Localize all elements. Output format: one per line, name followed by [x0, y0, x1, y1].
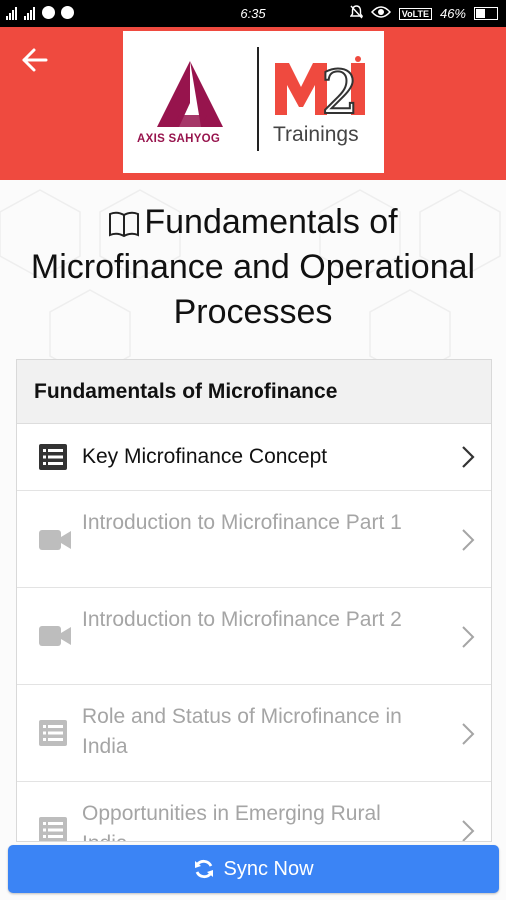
lesson-item[interactable]: Opportunities in Emerging Rural India	[17, 782, 491, 841]
list-icon	[39, 720, 67, 746]
chevron-right-icon	[462, 820, 475, 841]
list-icon	[39, 817, 67, 841]
sync-now-label: Sync Now	[223, 857, 314, 880]
volte-badge: VoLTE	[398, 7, 432, 20]
chevron-right-icon	[462, 446, 475, 468]
status-right-icons: VoLTE 46%	[349, 5, 498, 22]
lesson-item[interactable]: Key Microfinance Concept	[17, 424, 491, 491]
alarm-off-icon	[349, 5, 364, 22]
lesson-item[interactable]: Introduction to Microfinance Part 1	[17, 491, 491, 588]
axis-logo-text: AXIS SAHYOG	[137, 133, 221, 145]
module-card: Fundamentals of Microfinance Key Microfi…	[16, 359, 492, 842]
lesson-label: Introduction to Microfinance Part 2	[82, 608, 402, 631]
eye-icon	[370, 6, 391, 21]
lesson-label: Introduction to Microfinance Part 1	[82, 511, 402, 534]
module-title: Fundamentals of Microfinance	[17, 360, 491, 424]
chevron-right-icon	[462, 529, 475, 551]
chevron-right-icon	[462, 626, 475, 648]
lesson-item[interactable]: Role and Status of Microfinance in India	[17, 685, 491, 782]
lesson-label: Role and Status of Microfinance in India	[82, 705, 402, 758]
video-icon	[39, 530, 71, 550]
battery-icon	[474, 7, 498, 20]
page-title-text: Fundamentals of Microfinance and Operati…	[30, 203, 476, 331]
video-icon	[39, 626, 71, 646]
sync-icon	[195, 859, 214, 879]
lesson-item[interactable]: Introduction to Microfinance Part 2	[17, 588, 491, 685]
arrow-left-icon	[22, 48, 48, 72]
lesson-label: Key Microfinance Concept	[82, 445, 328, 468]
back-button[interactable]	[20, 45, 56, 81]
book-icon	[109, 211, 140, 238]
battery-percent: 46%	[439, 6, 466, 21]
page-title: Fundamentals of Microfinance and Operati…	[20, 200, 486, 335]
sync-now-button[interactable]: Sync Now	[8, 845, 499, 893]
status-bar: 6:35 VoLTE 46%	[0, 0, 506, 27]
trainings-logo-text: Trainings	[273, 123, 359, 146]
lesson-label: Opportunities in Emerging Rural India	[82, 802, 381, 841]
logo-divider	[257, 47, 259, 151]
svg-text:2: 2	[321, 58, 359, 121]
app-header: AXIS SAHYOG 2 Trainings	[0, 27, 506, 180]
list-icon	[39, 444, 67, 470]
chevron-right-icon	[462, 723, 475, 745]
partner-logo: AXIS SAHYOG 2 Trainings	[123, 31, 384, 173]
m2i-logo-icon: 2	[275, 56, 365, 121]
